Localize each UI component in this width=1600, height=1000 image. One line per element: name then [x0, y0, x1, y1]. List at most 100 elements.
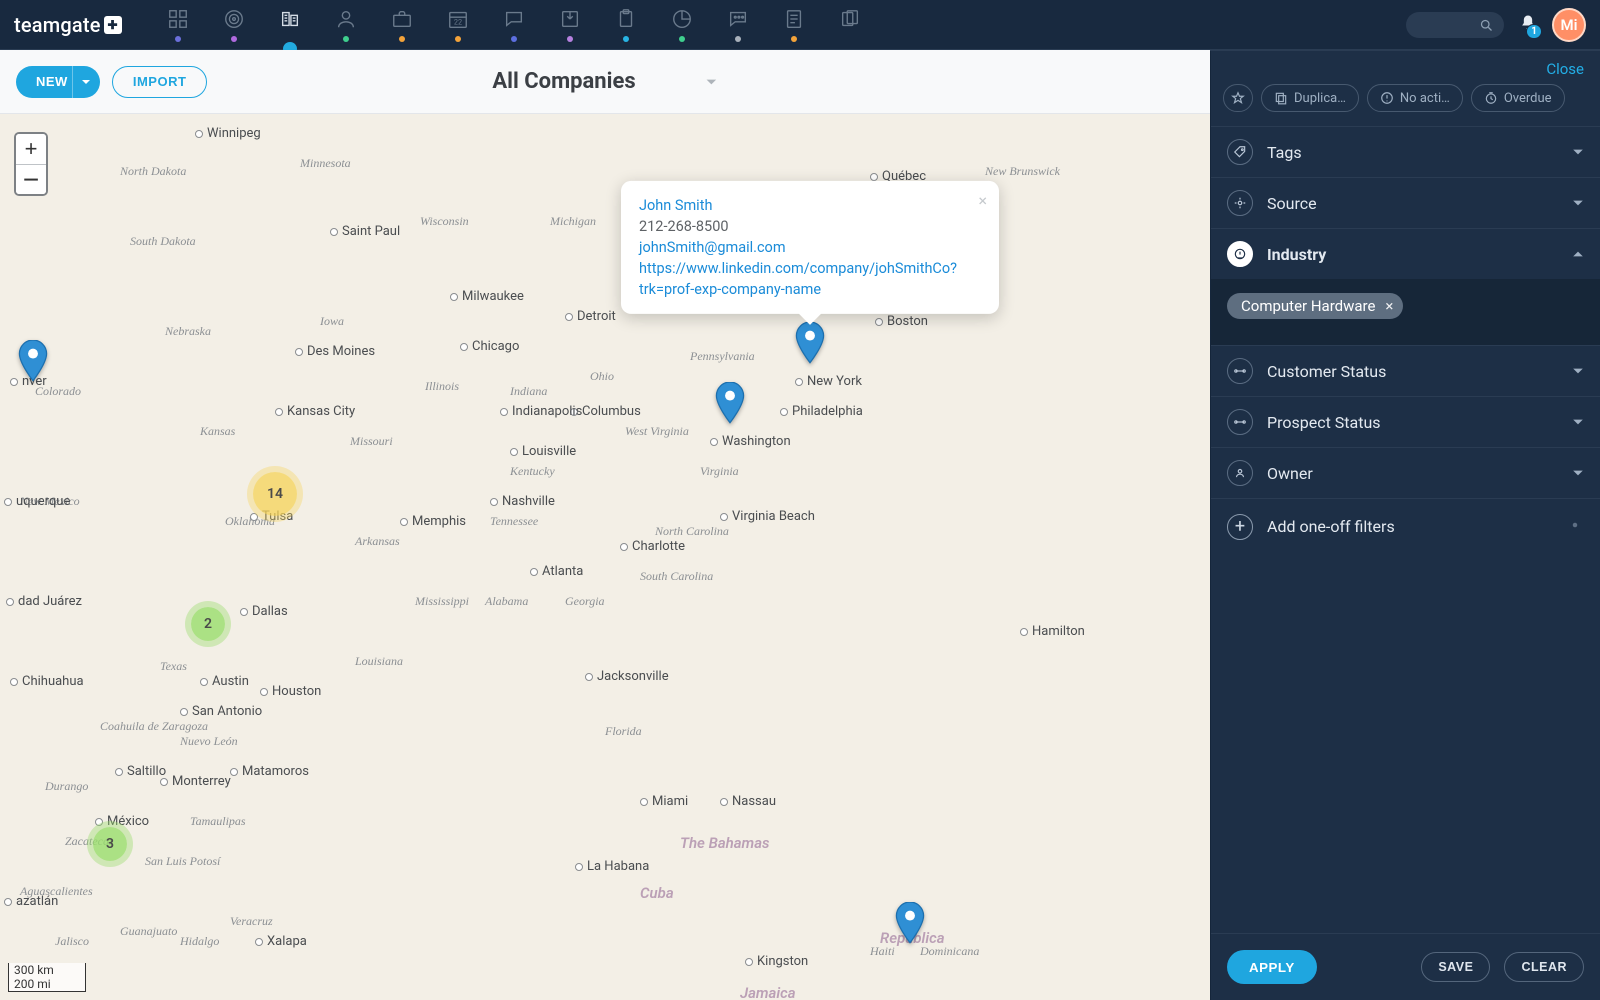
- chat2-icon: [727, 8, 749, 30]
- map-pin[interactable]: [715, 382, 745, 424]
- notif-badge: 1: [1526, 24, 1542, 39]
- nav-target[interactable]: [206, 0, 262, 42]
- clear-button[interactable]: CLEAR: [1504, 952, 1584, 982]
- import-button[interactable]: IMPORT: [112, 66, 208, 98]
- chip-overdue[interactable]: Overdue: [1471, 84, 1565, 112]
- popup-url-link[interactable]: trk=prof-exp-company-name: [639, 279, 957, 300]
- notifications-button[interactable]: 1: [1518, 13, 1538, 37]
- nav-companies[interactable]: [262, 0, 318, 42]
- map-city-label: Philadelphia: [780, 404, 863, 419]
- map-city-label: San Antonio: [180, 704, 262, 719]
- map-cluster[interactable]: 14: [253, 472, 297, 516]
- save-button[interactable]: SAVE: [1421, 952, 1490, 982]
- map-pin[interactable]: [895, 902, 925, 944]
- copy-icon: [1274, 91, 1288, 105]
- map-cluster[interactable]: 2: [191, 607, 225, 641]
- map-city-label: azatlán: [4, 894, 58, 909]
- owner-icon: [1233, 466, 1247, 480]
- map[interactable]: MinnesotaWisconsinMichiganNorth DakotaSo…: [0, 114, 1210, 1000]
- map-city-label: Winnipeg: [195, 126, 261, 141]
- global-search[interactable]: [1406, 12, 1504, 38]
- filter-owner[interactable]: Owner: [1211, 447, 1600, 498]
- map-city-label: Hamilton: [1020, 624, 1085, 639]
- map-pin-active[interactable]: [795, 322, 825, 364]
- map-city-label: Saltillo: [115, 764, 166, 779]
- map-city-label: Boston: [875, 314, 928, 329]
- map-state-label: Minnesota: [300, 156, 351, 171]
- target-icon: [223, 8, 245, 30]
- close-panel-link[interactable]: Close: [1546, 60, 1584, 78]
- filter-customer-status[interactable]: Customer Status: [1211, 345, 1600, 396]
- map-state-label: Pennsylvania: [690, 349, 755, 364]
- nav-dashboard[interactable]: [150, 0, 206, 42]
- caret-up-icon: [1572, 248, 1584, 260]
- map-city-label: Charlotte: [620, 539, 685, 554]
- filter-label: Industry: [1267, 245, 1326, 264]
- nav-files[interactable]: [598, 0, 654, 42]
- calendar-icon: 22: [447, 8, 469, 30]
- map-state-label: North Dakota: [120, 164, 186, 179]
- map-state-label: Missouri: [350, 434, 393, 449]
- doc-icon: [783, 8, 805, 30]
- list-title-dropdown[interactable]: All Companies: [492, 69, 717, 94]
- chip-label: Overdue: [1504, 91, 1552, 106]
- map-city-label: Nassau: [720, 794, 776, 809]
- nav-calendar[interactable]: 22: [430, 0, 486, 42]
- star-icon: [1231, 91, 1245, 105]
- filter-industry[interactable]: Industry Computer Hardware ×: [1211, 228, 1600, 345]
- zoom-in-button[interactable]: +: [16, 134, 46, 164]
- brand-logo[interactable]: teamgate ✚: [14, 13, 122, 37]
- filter-settings-button[interactable]: [1566, 516, 1584, 538]
- industry-tag: Computer Hardware ×: [1227, 293, 1403, 319]
- filter-tags[interactable]: Tags: [1211, 126, 1600, 177]
- map-city-label: Jacksonville: [585, 669, 669, 684]
- chip-favorites[interactable]: [1223, 84, 1253, 112]
- nav-deals[interactable]: [374, 0, 430, 42]
- nav-feed[interactable]: [710, 0, 766, 42]
- nav-more[interactable]: [822, 0, 878, 42]
- list-title-text: All Companies: [492, 69, 635, 94]
- nav-inbox[interactable]: [542, 0, 598, 42]
- caret-down-icon: [706, 76, 718, 88]
- zoom-out-button[interactable]: −: [16, 164, 46, 194]
- gear-icon: [1566, 516, 1584, 534]
- status-icon: [1233, 415, 1247, 429]
- nav-people[interactable]: [318, 0, 374, 42]
- map-city-label: Chihuahua: [10, 674, 84, 689]
- apply-button[interactable]: APPLY: [1227, 950, 1317, 984]
- popup-email-link[interactable]: johnSmith@gmail.com: [639, 237, 957, 258]
- map-city-label: Monterrey: [160, 774, 231, 789]
- add-oneoff-filters[interactable]: + Add one-off filters: [1211, 498, 1600, 554]
- popup-close-button[interactable]: ×: [978, 189, 987, 212]
- tag-icon: [1233, 145, 1247, 159]
- nav-reports[interactable]: [654, 0, 710, 42]
- cluster-count: 2: [204, 616, 212, 632]
- map-cluster[interactable]: 3: [93, 827, 127, 861]
- map-city-label: Kansas City: [275, 404, 355, 419]
- save-label: SAVE: [1438, 960, 1473, 974]
- svg-text:22: 22: [454, 18, 462, 27]
- status-icon: [1233, 364, 1247, 378]
- map-city-label: Austin: [200, 674, 249, 689]
- remove-tag-button[interactable]: ×: [1385, 297, 1393, 315]
- map-city-label: Detroit: [565, 309, 616, 324]
- map-city-label: uquerque: [4, 494, 70, 509]
- nav-quotes[interactable]: [766, 0, 822, 42]
- map-state-label: Tamaulipas: [190, 814, 246, 829]
- map-pin[interactable]: [18, 340, 48, 382]
- chip-noactions[interactable]: No acti…: [1367, 84, 1463, 112]
- filter-source[interactable]: Source: [1211, 177, 1600, 228]
- import-button-label: IMPORT: [133, 74, 187, 89]
- industry-tag-label: Computer Hardware: [1241, 297, 1375, 315]
- map-state-label: Nebraska: [165, 324, 211, 339]
- map-state-label: Illinois: [425, 379, 459, 394]
- map-state-label: Michigan: [550, 214, 596, 229]
- nav-chat[interactable]: [486, 0, 542, 42]
- user-avatar[interactable]: Mi: [1552, 8, 1586, 42]
- new-dropdown-button[interactable]: [72, 66, 100, 98]
- chip-duplicates[interactable]: Duplica…: [1261, 84, 1359, 112]
- popup-url-link[interactable]: https://www.linkedin.com/company/johSmit…: [639, 258, 957, 279]
- filter-prospect-status[interactable]: Prospect Status: [1211, 396, 1600, 447]
- map-city-label: Miami: [640, 794, 688, 809]
- popup-name-link[interactable]: John Smith: [639, 195, 957, 216]
